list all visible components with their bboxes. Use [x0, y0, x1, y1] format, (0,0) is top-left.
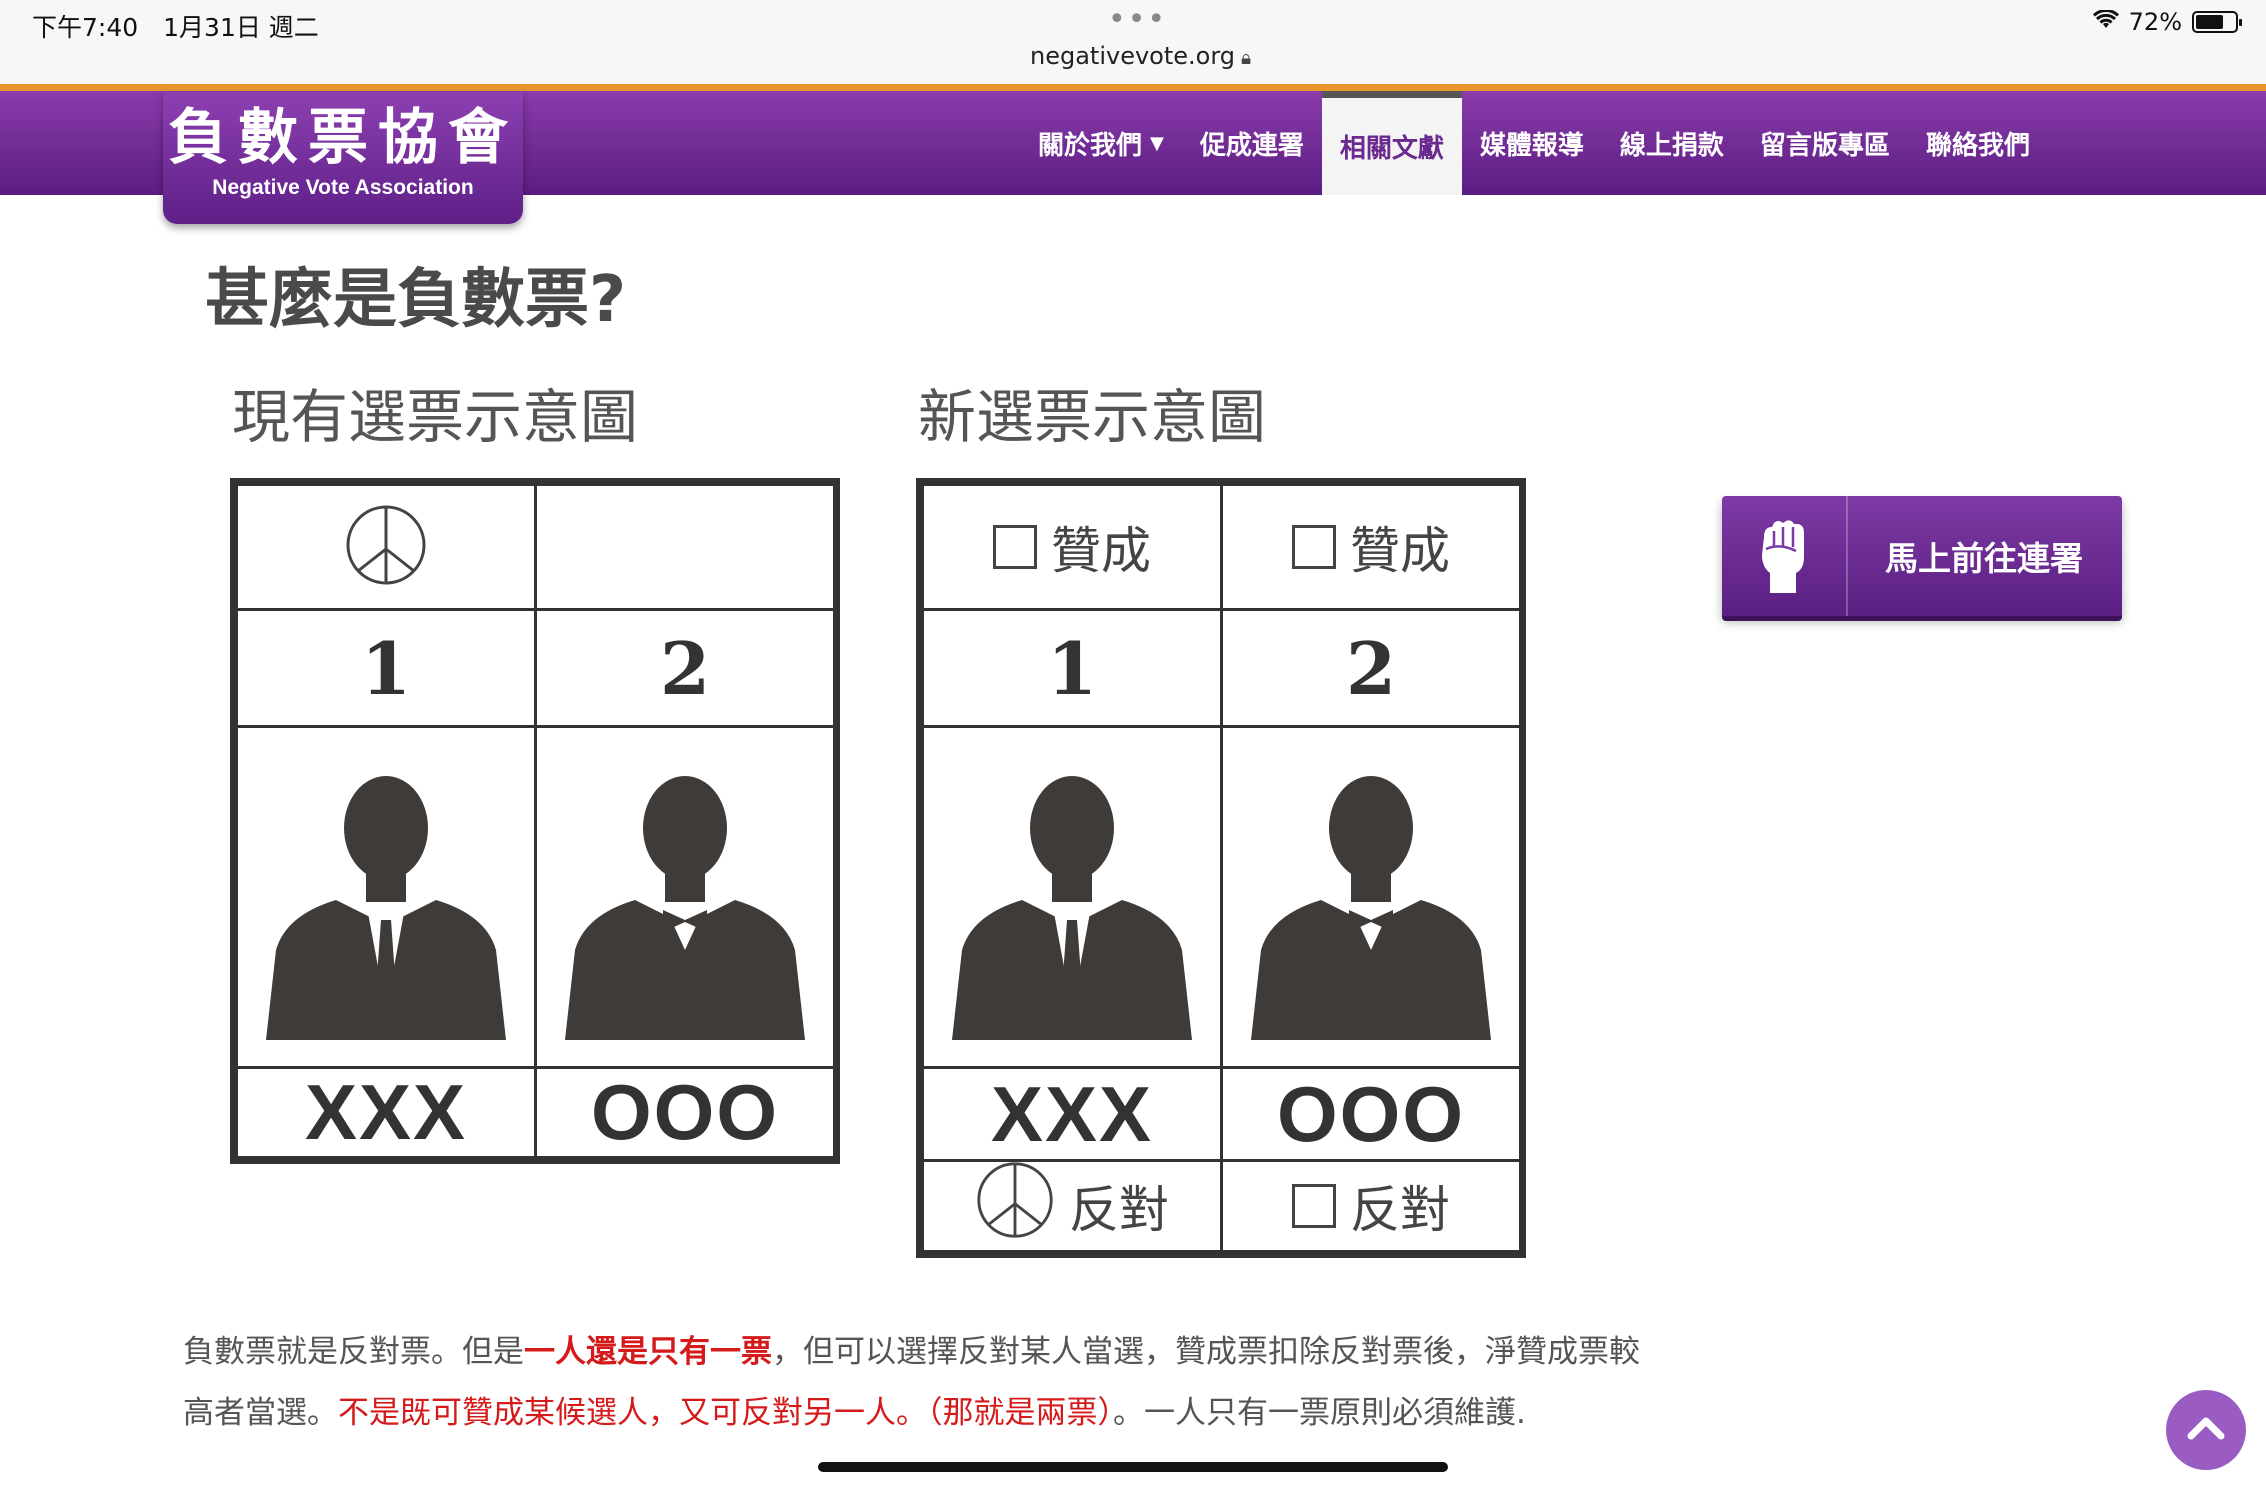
nav-label: 留言版專區	[1759, 130, 1890, 161]
intro-paragraph: 負數票就是反對票。但是一人還是只有一票，但可以選擇反對某人當選，贊成票扣除反對票…	[183, 1322, 1643, 1444]
candidate-portrait-cell	[921, 725, 1223, 1069]
intro-highlight: 不是既可贊成某候選人，又可反對另一人。（那就是兩票）	[338, 1395, 1113, 1431]
nav-item-about[interactable]: 關於我們 ▼	[1020, 91, 1182, 195]
vote-stamp-icon	[975, 1160, 1055, 1252]
nav-item-petition[interactable]: 促成連署	[1182, 91, 1322, 195]
candidate-name: OOO	[534, 1066, 836, 1159]
person-silhouette-icon	[555, 750, 815, 1044]
back-to-top-button[interactable]	[2166, 1390, 2246, 1470]
person-silhouette-icon	[942, 750, 1202, 1044]
address-bar[interactable]: negativevote.org 🔒︎	[1030, 42, 1251, 70]
new-ballot-heading: 新選票示意圖	[918, 383, 1267, 451]
home-indicator[interactable]	[818, 1462, 1448, 1472]
approve-cell: 贊成	[1220, 483, 1522, 611]
candidate-number: 1	[921, 608, 1223, 728]
checkbox-icon	[1292, 1184, 1336, 1228]
approve-label: 贊成	[1051, 522, 1151, 580]
ballot-stamp-cell	[235, 483, 537, 611]
approve-cell: 贊成	[921, 483, 1223, 611]
intro-text: 。一人只有一票原則必須維護.	[1113, 1395, 1526, 1431]
ballot-empty-cell	[534, 483, 836, 611]
battery-percent: 72%	[2128, 8, 2182, 36]
checkbox-icon	[1292, 525, 1336, 569]
candidate-name: OOO	[1220, 1066, 1522, 1162]
nav-label: 相關文獻	[1339, 134, 1444, 164]
logo-chinese: 負數票協會	[168, 103, 518, 173]
sign-petition-label: 馬上前往連署	[1885, 539, 2083, 578]
battery-icon	[2192, 11, 2242, 33]
candidate-name: XXX	[235, 1066, 537, 1159]
candidate-name: XXX	[921, 1066, 1223, 1162]
nav-item-donate[interactable]: 線上捐款	[1602, 91, 1742, 195]
vote-stamp-icon	[344, 503, 428, 591]
status-time: 下午7:40 1月31日 週二	[32, 13, 319, 42]
candidate-number: 1	[235, 608, 537, 728]
sign-petition-button[interactable]: 馬上前往連署	[1722, 496, 2122, 616]
candidate-number: 2	[1220, 608, 1522, 728]
oppose-cell: 反對	[921, 1159, 1223, 1253]
candidate-portrait-cell	[1220, 725, 1522, 1069]
page-title: 甚麼是負數票?	[205, 263, 627, 337]
site-logo[interactable]: 負數票協會 Negative Vote Association	[163, 92, 523, 224]
person-silhouette-icon	[256, 750, 516, 1044]
person-silhouette-icon	[1241, 750, 1501, 1044]
nav-item-contact[interactable]: 聯絡我們	[1908, 91, 2048, 195]
nav-label: 關於我們	[1038, 130, 1143, 161]
accent-line	[0, 84, 2266, 91]
nav-label: 促成連署	[1199, 130, 1304, 161]
nav-item-literature[interactable]: 相關文獻	[1321, 91, 1462, 195]
new-ballot-diagram: 贊成 贊成 1 2 XXX OOO 反對 反對	[916, 478, 1526, 1258]
chevron-down-icon: ▼	[1150, 132, 1164, 154]
candidate-portrait-cell	[235, 725, 537, 1069]
status-bar: 下午7:40 1月31日 週二 ••• negativevote.org 🔒︎ 7…	[0, 0, 2266, 84]
intro-highlight: 一人還是只有一票	[524, 1334, 772, 1370]
oppose-label: 反對	[1350, 1181, 1450, 1239]
nav-item-media[interactable]: 媒體報導	[1462, 91, 1602, 195]
nav-item-guestbook[interactable]: 留言版專區	[1742, 91, 1908, 195]
url-text: negativevote.org	[1030, 42, 1236, 70]
more-dots-icon[interactable]: •••	[1108, 2, 1167, 37]
candidate-number: 2	[534, 608, 836, 728]
wifi-icon	[2092, 8, 2119, 36]
nav-label: 聯絡我們	[1925, 130, 2030, 161]
logo-english: Negative Vote Association	[212, 176, 474, 199]
oppose-cell: 反對	[1220, 1159, 1522, 1253]
nav-label: 線上捐款	[1619, 130, 1724, 161]
approve-label: 贊成	[1350, 522, 1450, 580]
main-menu: 關於我們 ▼ 促成連署 相關文獻 媒體報導 線上捐款 留言版專區 聯絡我們	[1020, 91, 2048, 195]
intro-text: 負數票就是反對票。但是	[183, 1334, 524, 1370]
status-right: 72%	[2092, 8, 2242, 36]
chevron-up-icon	[2186, 1414, 2226, 1446]
candidate-portrait-cell	[534, 725, 836, 1069]
nav-label: 媒體報導	[1479, 130, 1584, 161]
lock-icon: 🔒︎	[1241, 47, 1252, 69]
oppose-label: 反對	[1069, 1181, 1169, 1239]
raised-fist-icon	[1722, 496, 1848, 616]
current-ballot-diagram: 1 2 XXX OOO	[230, 478, 840, 1164]
checkbox-icon	[993, 525, 1037, 569]
current-ballot-heading: 現有選票示意圖	[232, 383, 639, 451]
